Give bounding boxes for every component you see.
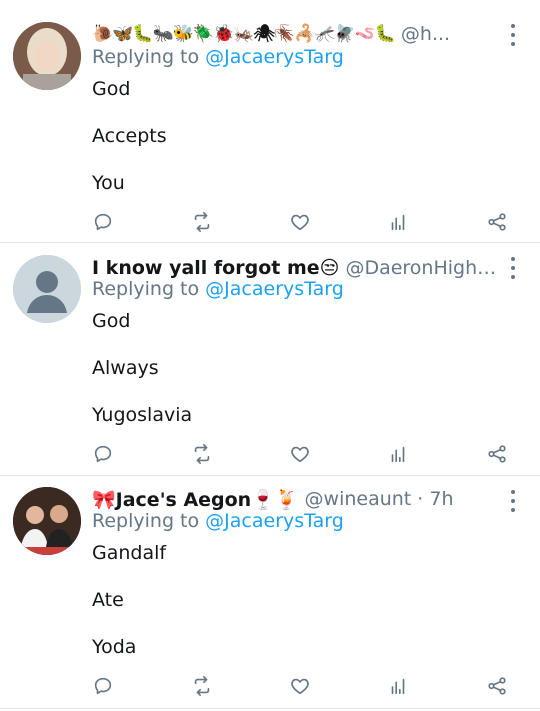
more-vertical-icon[interactable] [508, 257, 518, 279]
analytics-icon[interactable] [385, 441, 411, 467]
tweet[interactable]: I know yall forgot me😒 @DaeronHighTarg .… [0, 243, 540, 476]
display-name[interactable]: I know yall forgot me😒 [92, 257, 339, 279]
tweet-text-line: God [92, 78, 131, 100]
tweet-header: 🎀Jace's Aegon🍷🍹 @wineaunt · 7h [92, 485, 504, 513]
mention-link[interactable]: @JacaerysTarg [205, 278, 344, 300]
heart-icon[interactable] [287, 673, 313, 699]
avatar[interactable] [13, 255, 81, 323]
tweet-actions [0, 209, 540, 235]
retweet-icon[interactable] [189, 209, 215, 235]
comment-icon[interactable] [90, 673, 116, 699]
share-icon[interactable] [484, 441, 510, 467]
avatar[interactable] [13, 22, 81, 90]
default-profile-icon [13, 255, 81, 323]
tweet-text-line: Gandalf [92, 542, 167, 564]
retweet-icon[interactable] [189, 441, 215, 467]
replying-to: Replying to @JacaerysTarg [92, 510, 344, 532]
tweet-text-line: Yugoslavia [92, 404, 193, 426]
heart-icon[interactable] [287, 209, 313, 235]
tweet[interactable]: 🎀Jace's Aegon🍷🍹 @wineaunt · 7h Replying … [0, 476, 540, 709]
tweet-text-line: Accepts [92, 125, 167, 147]
tweet-actions [0, 673, 540, 699]
replying-prefix: Replying to [92, 46, 200, 68]
avatar-image [13, 487, 81, 555]
display-name[interactable]: 🐌🦋🐛🐜🐝🪲🐞🦗🕷🪳🦂🦟🪰🪱🐛 [92, 24, 396, 44]
tweet-text-line: You [92, 172, 125, 194]
tweet-text-line: Ate [92, 589, 124, 611]
replying-to: Replying to @JacaerysTarg [92, 278, 344, 300]
mention-link[interactable]: @JacaerysTarg [205, 46, 344, 68]
tweet-text-line: Yoda [92, 636, 137, 658]
avatar-image [13, 22, 81, 90]
tweet-header: 🐌🦋🐛🐜🐝🪲🐞🦗🕷🪳🦂🦟🪰🪱🐛 @h... [92, 20, 504, 48]
tweet-text-line: God [92, 310, 131, 332]
comment-icon[interactable] [90, 209, 116, 235]
analytics-icon[interactable] [385, 209, 411, 235]
analytics-icon[interactable] [385, 673, 411, 699]
tweet-text-line: Always [92, 357, 159, 379]
retweet-icon[interactable] [189, 673, 215, 699]
share-icon[interactable] [484, 209, 510, 235]
mention-link[interactable]: @JacaerysTarg [205, 510, 344, 532]
more-vertical-icon[interactable] [508, 24, 518, 46]
user-handle[interactable]: @wineaunt · 7h [305, 488, 454, 510]
replying-prefix: Replying to [92, 278, 200, 300]
avatar[interactable] [13, 487, 81, 555]
user-handle[interactable]: @DaeronHighTarg ... [345, 257, 504, 279]
display-name[interactable]: 🎀Jace's Aegon🍷🍹 [92, 488, 299, 511]
comment-icon[interactable] [90, 441, 116, 467]
replying-to: Replying to @JacaerysTarg [92, 46, 344, 68]
user-handle[interactable]: @h... [401, 23, 450, 45]
share-icon[interactable] [484, 673, 510, 699]
more-vertical-icon[interactable] [508, 490, 518, 512]
tweet-actions [0, 441, 540, 467]
tweet[interactable]: 🐌🦋🐛🐜🐝🪲🐞🦗🕷🪳🦂🦟🪰🪱🐛 @h... Replying to @Jacae… [0, 0, 540, 243]
replying-prefix: Replying to [92, 510, 200, 532]
heart-icon[interactable] [287, 441, 313, 467]
